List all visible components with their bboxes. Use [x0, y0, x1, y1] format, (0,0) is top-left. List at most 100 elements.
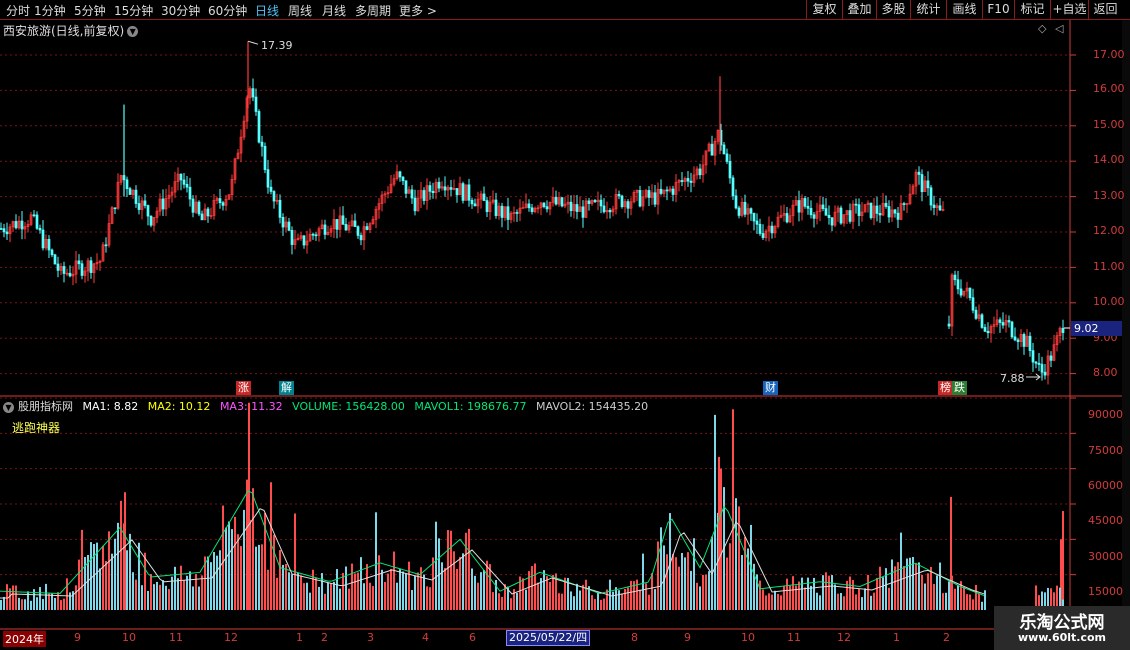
chevron-down-icon[interactable]: ▼ — [127, 26, 139, 37]
candle-body — [857, 204, 861, 216]
current-price-tag: 9.02 — [1071, 321, 1122, 336]
period-tab-multi[interactable]: 多周期 — [355, 2, 391, 19]
volume-bar — [870, 595, 872, 610]
volume-bar-spike — [718, 456, 720, 610]
mark-button[interactable]: 标记 — [1014, 0, 1050, 19]
date-axis-tick: 11 — [169, 631, 183, 644]
candle-body — [968, 287, 972, 299]
candle-body — [581, 206, 585, 218]
mavol1-value: MAVOL1: 198676.77 — [414, 400, 527, 413]
volume-bar — [837, 593, 839, 610]
candle-body — [431, 190, 435, 194]
marker-fall[interactable]: 跌 — [952, 381, 967, 395]
volume-bar — [75, 585, 77, 610]
period-tab-intraday[interactable]: 分时 — [6, 2, 30, 19]
volume-bar — [630, 580, 632, 610]
multi-stock-button[interactable]: 多股 — [876, 0, 910, 19]
volume-bar — [627, 587, 629, 610]
marker-rise[interactable]: 涨 — [236, 381, 251, 395]
volume-bar — [387, 573, 389, 610]
date-axis-tick: 6 — [469, 631, 476, 644]
f10-button[interactable]: F10 — [982, 0, 1014, 19]
marker-finance[interactable]: 财 — [763, 381, 778, 395]
candle-body — [0, 228, 3, 230]
candle-body — [398, 171, 402, 178]
overlay-button[interactable]: 叠加 — [842, 0, 876, 19]
volume-bar — [159, 584, 161, 610]
volume-bar — [252, 488, 254, 610]
volume-bar — [453, 551, 455, 610]
period-tab-daily[interactable]: 日线 — [255, 2, 279, 19]
volume-bar — [696, 582, 698, 610]
period-tab-1min[interactable]: 1分钟 — [34, 2, 66, 19]
back-button[interactable]: 返回 — [1088, 0, 1122, 19]
volume-bar — [783, 586, 785, 610]
volume-bar — [111, 553, 113, 610]
candle-body — [494, 199, 498, 216]
candle-body — [728, 161, 732, 179]
candle-body — [875, 205, 879, 214]
volume-value: VOLUME: 156428.00 — [292, 400, 405, 413]
date-axis-tick: 10 — [122, 631, 136, 644]
mavol2-value: MAVOL2: 154435.20 — [536, 400, 649, 413]
volume-bar — [132, 572, 134, 610]
statistics-button[interactable]: 统计 — [910, 0, 946, 19]
volume-bar — [570, 591, 572, 610]
period-tab-30min[interactable]: 30分钟 — [161, 2, 200, 19]
period-tab-5min[interactable]: 5分钟 — [74, 2, 106, 19]
volume-bar — [276, 577, 278, 610]
adjust-button[interactable]: 复权 — [806, 0, 842, 19]
volume-bar — [645, 583, 647, 610]
left-arrow-icon[interactable]: ◁ — [1055, 22, 1063, 35]
candle-body — [401, 176, 405, 182]
right-scrollbar[interactable] — [1122, 20, 1130, 630]
volume-bar — [189, 571, 191, 610]
candle-body — [20, 220, 24, 230]
volume-bar — [207, 556, 209, 610]
period-more-button[interactable]: 更多 > — [399, 2, 437, 19]
volume-bar — [180, 565, 182, 610]
date-axis-tick: 3 — [367, 631, 374, 644]
period-tab-weekly[interactable]: 周线 — [288, 2, 312, 19]
candle-body — [530, 207, 534, 213]
volume-bar — [807, 577, 809, 610]
candle-body — [80, 263, 84, 276]
marker-list[interactable]: 榜 — [938, 381, 953, 395]
marker-unlock[interactable]: 解 — [279, 381, 294, 395]
volume-bar — [120, 500, 122, 610]
volume-bar — [231, 529, 233, 610]
volume-bar — [366, 564, 368, 610]
volume-bar — [261, 544, 263, 610]
kline-chart[interactable] — [0, 20, 1122, 650]
volume-bar — [6, 584, 8, 610]
volume-bar — [273, 534, 275, 610]
volume-bar — [42, 599, 44, 610]
volume-bar — [216, 555, 218, 610]
period-tab-60min[interactable]: 60分钟 — [208, 2, 247, 19]
candle-body — [428, 185, 432, 192]
candle-body — [1037, 362, 1041, 365]
volume-bar — [78, 559, 80, 610]
diamond-icon[interactable]: ◇ — [1038, 22, 1046, 35]
candle-body — [743, 201, 747, 215]
volume-bar — [735, 498, 737, 610]
period-tab-15min[interactable]: 15分钟 — [114, 2, 153, 19]
date-axis-tick: 12 — [837, 631, 851, 644]
volume-bar — [894, 566, 896, 610]
period-tab-monthly[interactable]: 月线 — [322, 2, 346, 19]
candle-body — [608, 209, 612, 213]
volume-bar — [21, 599, 23, 610]
volume-bar — [600, 599, 602, 610]
candle-body — [599, 199, 603, 207]
volume-bar — [360, 557, 362, 610]
add-watchlist-button[interactable]: +自选 — [1050, 0, 1088, 19]
chevron-down-icon[interactable]: ▼ — [3, 401, 14, 413]
volume-bar — [576, 583, 578, 610]
draw-line-button[interactable]: 画线 — [946, 0, 982, 19]
candle-body — [32, 214, 36, 217]
volume-bar — [963, 587, 965, 610]
volume-bar — [321, 573, 323, 610]
candle-body — [821, 204, 825, 209]
candle-body — [359, 235, 363, 241]
volume-bar — [177, 578, 179, 610]
